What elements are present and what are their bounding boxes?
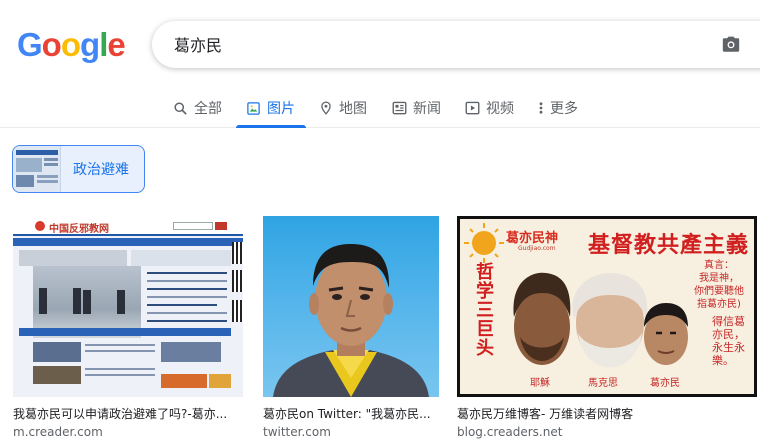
search-tabs: 全部 图片 地图 新闻 视频 更多 [0,88,760,128]
result-title[interactable]: 葛亦民on Twitter: "我葛亦民... [263,405,439,422]
tab-news[interactable]: 新闻 [392,88,441,128]
logo-letter: o [41,26,62,63]
map-pin-icon [321,101,331,115]
logo-letter: o [60,26,81,63]
poster-quote-title: 真言： [704,260,734,271]
result-image[interactable]: 中国反邪教网 [13,216,243,397]
tab-label: 地图 [339,101,367,117]
news-icon [392,101,407,115]
tab-all[interactable]: 全部 [173,88,222,128]
result-image[interactable]: 葛亦民神 Gudjiao.com 基督教共產主義 哲学三巨头 真言： 我是神， … [457,216,757,397]
chip-thumbnail [13,146,61,192]
image-result[interactable]: 葛亦民on Twitter: "我葛亦民... twitter.com [263,216,439,439]
poster-site: Gudjiao.com [518,245,556,252]
portrait-photo [273,244,429,397]
logo-letter: g [80,26,100,63]
header: Google [0,0,760,90]
site-header-title: 中国反邪教网 [49,224,109,235]
poster-caption: 馬克思 [588,378,618,389]
poster-logo-text: 葛亦民神 [506,231,559,246]
tab-more[interactable]: 更多 [538,88,578,128]
logo-letter: l [99,26,108,63]
result-source[interactable]: blog.creaders.net [457,425,757,439]
search-box[interactable] [152,21,760,68]
result-source[interactable]: twitter.com [263,425,439,439]
poster-quote-line: 你們要聽他 [694,286,744,297]
poster-banner: 基督教共產主義 [588,232,750,258]
search-icon [174,101,187,115]
result-source[interactable]: m.creader.com [13,425,243,439]
site-header: 中国反邪教网 [13,216,243,236]
image-result[interactable]: 中国反邪教网 我葛亦民可以申请政治避难了吗?-葛亦... m.creader.c… [13,216,243,439]
result-title[interactable]: 葛亦民万维博客- 万维读者网博客 [457,405,757,422]
google-logo[interactable]: Google [17,26,126,64]
active-tab-indicator [236,125,306,128]
video-icon [465,101,480,115]
image-result[interactable]: 葛亦民神 Gudjiao.com 基督教共產主義 哲学三巨头 真言： 我是神， … [457,216,757,439]
camera-icon[interactable] [721,35,741,53]
poster-left-vertical: 哲学三巨头 [476,262,494,359]
chip-label: 政治避难 [73,162,129,178]
search-input[interactable] [174,34,654,53]
poster-quote-line: 我是神， [699,273,739,284]
poster-quote: 真言： 我是神， 你們要聽他 指葛亦民) [688,259,750,311]
poster-caption: 葛亦民 [650,378,680,389]
tab-maps[interactable]: 地图 [319,88,367,128]
result-title[interactable]: 我葛亦民可以申请政治避难了吗?-葛亦... [13,405,243,422]
tab-videos[interactable]: 视频 [465,88,514,128]
poster-quote-line: 指葛亦民) [697,299,741,310]
image-icon [247,101,260,115]
tab-label: 新闻 [413,101,441,117]
logo-letter: G [17,26,43,63]
result-image[interactable] [263,216,439,397]
related-chip[interactable]: 政治避难 [12,145,145,193]
tab-label: 图片 [267,101,295,117]
tab-label: 视频 [486,101,514,117]
more-dots-icon [539,102,543,114]
tab-label: 更多 [550,101,578,117]
tab-label: 全部 [194,101,222,117]
logo-letter: e [107,26,125,63]
poster-caption: 耶穌 [530,378,550,389]
poster-right-vertical: 得信葛亦民，永生永樂。 [712,315,745,367]
tab-images[interactable]: 图片 [246,88,295,128]
